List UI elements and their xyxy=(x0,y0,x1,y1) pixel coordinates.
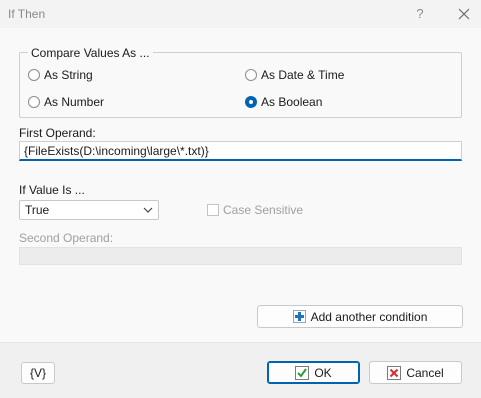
cancel-label: Cancel xyxy=(406,365,444,380)
cancel-x-icon xyxy=(387,365,402,380)
close-icon xyxy=(458,8,470,20)
add-condition-label: Add another condition xyxy=(310,309,428,324)
radio-as-boolean[interactable]: As Boolean xyxy=(245,95,322,109)
close-button[interactable] xyxy=(452,4,476,24)
radio-label: As String xyxy=(44,68,93,82)
radio-as-number[interactable]: As Number xyxy=(28,95,104,109)
compare-values-legend: Compare Values As ... xyxy=(28,46,153,60)
dialog-body: Compare Values As ... As String As Date … xyxy=(0,28,481,342)
ok-label: OK xyxy=(314,365,332,380)
radio-label: As Number xyxy=(44,95,105,109)
case-sensitive-checkbox[interactable] xyxy=(207,204,219,216)
radio-circle xyxy=(245,69,257,81)
title-bar: If Then ? xyxy=(0,0,481,28)
radio-label: As Date & Time xyxy=(261,68,345,82)
check-icon xyxy=(295,365,310,380)
radio-label: As Boolean xyxy=(261,95,323,109)
chevron-down-icon xyxy=(143,207,153,213)
if-value-selected: True xyxy=(25,203,50,217)
insert-variable-button[interactable]: {V} xyxy=(21,362,55,384)
if-value-dropdown[interactable]: True xyxy=(19,200,159,220)
radio-circle xyxy=(28,69,40,81)
variable-label: {V} xyxy=(29,366,47,380)
first-operand-input[interactable]: {FileExists(D:\incoming\large\*.txt)} xyxy=(19,141,462,161)
if-value-label: If Value Is ... xyxy=(19,183,85,197)
first-operand-label: First Operand: xyxy=(19,126,96,140)
plus-icon xyxy=(292,310,306,323)
second-operand-input[interactable] xyxy=(19,247,462,265)
cancel-button[interactable]: Cancel xyxy=(369,361,462,384)
radio-as-date-time[interactable]: As Date & Time xyxy=(245,68,344,82)
ok-button[interactable]: OK xyxy=(267,361,360,384)
window-title: If Then xyxy=(8,7,46,21)
radio-circle-checked xyxy=(245,96,257,108)
radio-circle xyxy=(28,96,40,108)
radio-as-string[interactable]: As String xyxy=(28,68,93,82)
case-sensitive-label: Case Sensitive xyxy=(223,203,304,217)
add-condition-button[interactable]: Add another condition xyxy=(257,305,463,328)
second-operand-label: Second Operand: xyxy=(19,231,114,245)
help-button[interactable]: ? xyxy=(410,4,430,24)
